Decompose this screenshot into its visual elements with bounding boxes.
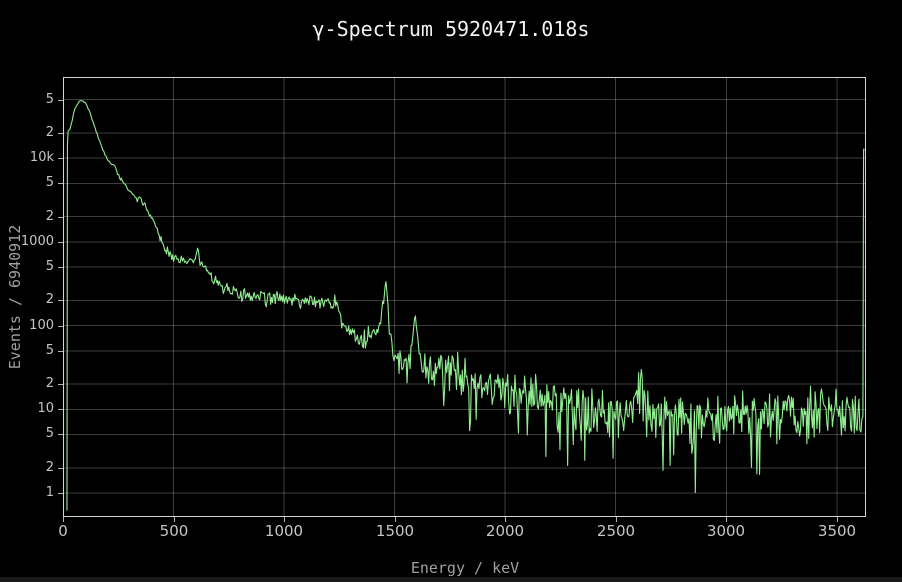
spectrum-window: γ-Spectrum 5920471.018s Events / 6940912…	[0, 0, 902, 582]
x-tick-label: 2000	[470, 522, 540, 540]
x-tick-label: 3500	[802, 522, 872, 540]
x-tick-label: 3000	[691, 522, 761, 540]
y-tick-label: 2	[0, 125, 54, 141]
bottom-bar	[0, 577, 902, 582]
x-axis-title: Energy / keV	[0, 559, 902, 577]
x-tick-label: 500	[139, 522, 209, 540]
spectrum-plot	[0, 0, 902, 582]
y-tick-label: 2	[0, 209, 54, 225]
y-tick-label: 1	[0, 485, 54, 501]
x-tick-label: 1000	[249, 522, 319, 540]
y-tick-label: 2	[0, 376, 54, 392]
x-tick-label: 0	[28, 522, 98, 540]
y-tick-label: 5	[0, 343, 54, 359]
y-tick-label: 5	[0, 92, 54, 108]
y-tick-label: 10k	[0, 150, 54, 166]
x-tick-label: 1500	[360, 522, 430, 540]
y-tick-label: 10	[0, 401, 54, 417]
y-tick-label: 5	[0, 426, 54, 442]
y-tick-label: 2	[0, 292, 54, 308]
plot-background	[63, 77, 866, 517]
y-tick-label: 5	[0, 259, 54, 275]
y-tick-label: 5	[0, 175, 54, 191]
y-tick-label: 1000	[0, 234, 54, 250]
x-tick-label: 2500	[581, 522, 651, 540]
y-tick-label: 100	[0, 318, 54, 334]
y-tick-label: 2	[0, 460, 54, 476]
